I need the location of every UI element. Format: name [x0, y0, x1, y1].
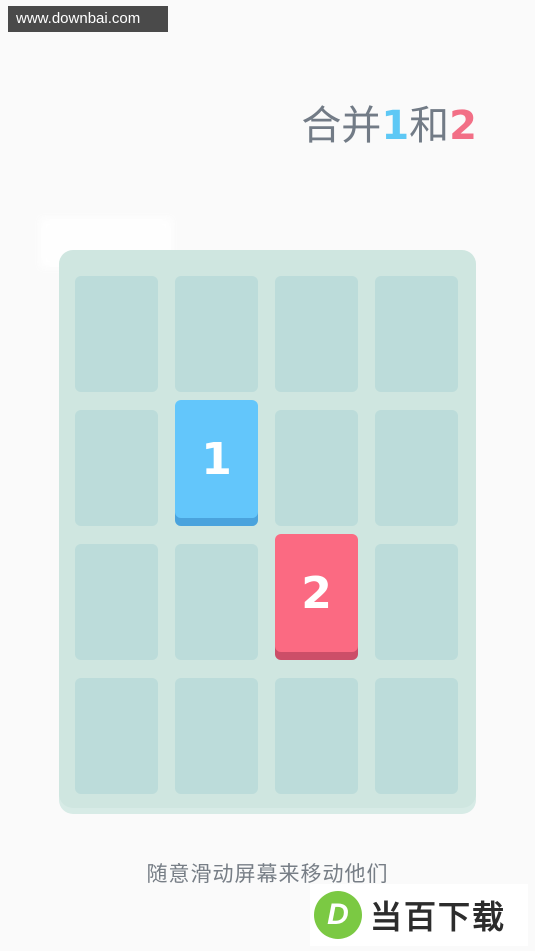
logo-icon: D [314, 891, 362, 939]
title-prefix: 合并 [301, 103, 382, 149]
board-cell [75, 410, 158, 526]
board-cell [275, 410, 358, 526]
tile-2[interactable]: 2 [275, 534, 358, 652]
title-number-1: 1 [381, 103, 410, 149]
board-cell [375, 410, 458, 526]
site-logo: D 当百下载 [310, 884, 528, 946]
board-cell [375, 678, 458, 794]
title-mid: 和 [409, 103, 450, 149]
logo-text: 当百下载 [370, 898, 507, 936]
board-cell [275, 678, 358, 794]
board-cell [75, 276, 158, 392]
title-number-2: 2 [449, 103, 477, 149]
board-cell [175, 544, 258, 660]
watermark-url: www.downbai.com [8, 6, 168, 32]
tile-1[interactable]: 1 [175, 400, 258, 518]
board-cell [275, 276, 358, 392]
page-title: 合并1和2 [301, 98, 477, 154]
game-board[interactable]: 12 [59, 250, 476, 808]
logo-mark-letter: D [327, 898, 349, 931]
board-cell [75, 544, 158, 660]
board-cell [75, 678, 158, 794]
board-cell [375, 544, 458, 660]
board-cell [375, 276, 458, 392]
board-cell [175, 678, 258, 794]
board-cell [175, 276, 258, 392]
